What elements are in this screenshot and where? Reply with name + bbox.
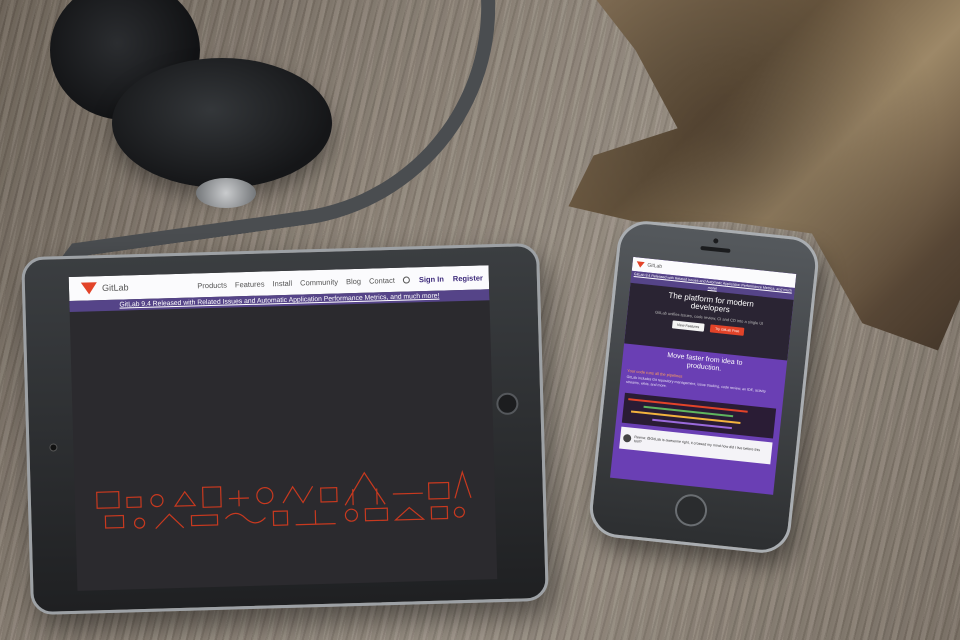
- nav-contact[interactable]: Contact: [369, 275, 395, 285]
- view-features-button[interactable]: View Features: [671, 320, 705, 332]
- home-button[interactable]: [673, 492, 709, 528]
- gitlab-fox-icon: [636, 261, 645, 269]
- tablet-screen: GitLab Products Features Install Communi…: [68, 265, 498, 591]
- nav-features[interactable]: Features: [235, 279, 265, 289]
- headphone-earcup-front: [112, 58, 332, 188]
- speaker-grille: [700, 245, 731, 253]
- tablet-device: GitLab Products Features Install Communi…: [21, 242, 549, 616]
- logo-text: GitLab: [101, 282, 129, 294]
- nav-blog[interactable]: Blog: [346, 276, 361, 285]
- nav-install[interactable]: Install: [272, 278, 292, 288]
- devops-illustration: [96, 470, 472, 530]
- phone-device: GitLab GitLab 9.4 Released with Related …: [586, 218, 822, 556]
- register-link[interactable]: Register: [453, 273, 483, 283]
- sign-in-link[interactable]: Sign In: [419, 274, 444, 284]
- camera-icon: [713, 238, 719, 244]
- headphone-hinge: [196, 178, 256, 208]
- avatar: [622, 433, 632, 443]
- logo-text[interactable]: GitLab: [647, 262, 662, 270]
- nav-products[interactable]: Products: [197, 280, 227, 290]
- search-icon[interactable]: [402, 275, 410, 284]
- phone-screen: GitLab GitLab 9.4 Released with Related …: [610, 256, 797, 495]
- review-text: Reena: @GitLab is awesome right, it cros…: [633, 435, 761, 453]
- gitlab-fox-icon: [80, 282, 98, 295]
- nav-community[interactable]: Community: [300, 277, 338, 287]
- gitlab-logo[interactable]: GitLab: [80, 281, 129, 295]
- camera-icon: [49, 443, 58, 452]
- home-button[interactable]: [496, 392, 519, 416]
- try-free-button[interactable]: Try GitLab Free: [709, 324, 745, 336]
